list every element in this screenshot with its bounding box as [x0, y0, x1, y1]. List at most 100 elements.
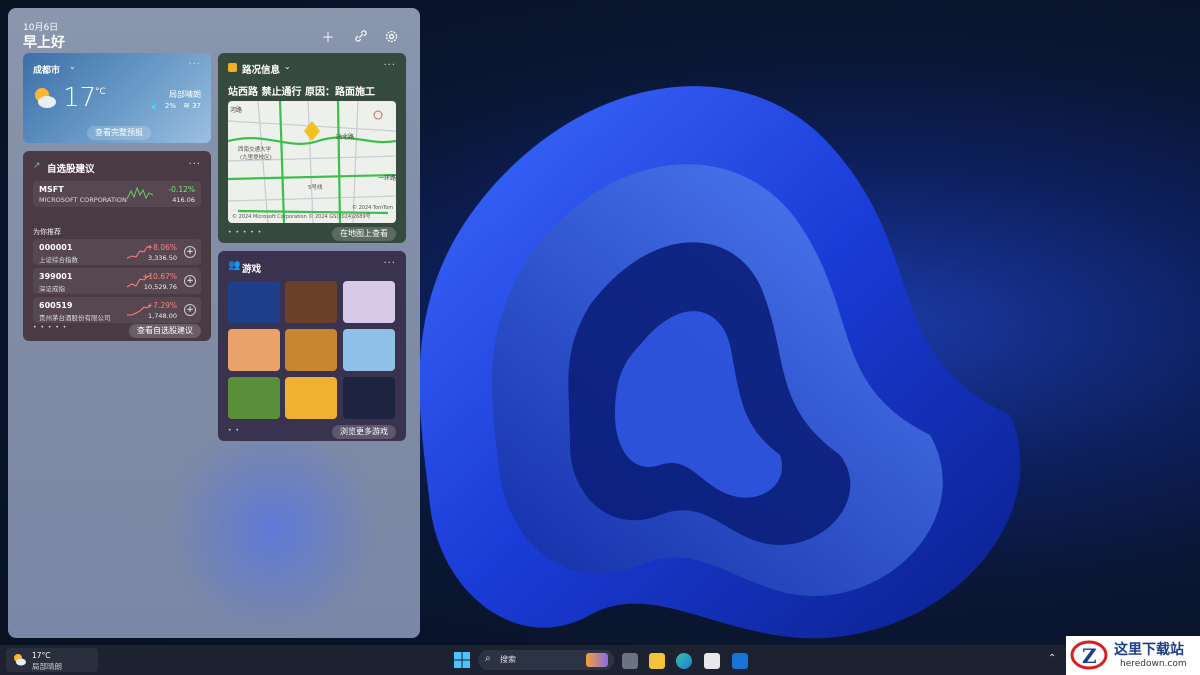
- watch-name: MICROSOFT CORPORATION: [39, 196, 127, 204]
- traffic-card[interactable]: 路况信息 ⌄ ··· 站西路 禁止通行 原因：路面施工 河路 站北路 西南交通大…: [218, 53, 406, 243]
- traffic-map[interactable]: 河路 站北路 西南交通大学 (九里堤校区) 一环路 5号线 © 2024 Tom…: [228, 101, 396, 223]
- traffic-page-dots[interactable]: • • • • •: [228, 229, 262, 236]
- weather-wind: 37: [192, 102, 201, 110]
- stock-name: 深证成指: [39, 285, 65, 293]
- weather-more-button[interactable]: ···: [188, 59, 201, 70]
- stock-row[interactable]: 000001 上证综合指数 +8.06% 3,336.50 +: [33, 239, 201, 265]
- map-label: 5号线: [308, 185, 323, 191]
- weather-temp: 17: [63, 83, 97, 113]
- games-page-dots[interactable]: • •: [228, 427, 240, 434]
- stock-name: 上证综合指数: [39, 256, 78, 264]
- game-tile[interactable]: [285, 281, 337, 323]
- watermark: Z 这里下载站 heredown.com: [1066, 636, 1200, 675]
- stocks-card[interactable]: ↗ 自选股建议 ··· MSFT MICROSOFT CORPORATION -…: [23, 151, 211, 341]
- stock-code: 000001: [39, 243, 73, 252]
- traffic-more-button[interactable]: ···: [383, 60, 396, 71]
- stock-row[interactable]: 600519 贵州茅台酒股份有限公司 +7.29% 1,748.00 +: [33, 297, 201, 323]
- stocks-title: 自选股建议: [47, 164, 95, 175]
- forecast-button[interactable]: 查看完整预报: [87, 126, 151, 140]
- game-tile[interactable]: [343, 377, 395, 419]
- game-tile[interactable]: [343, 281, 395, 323]
- stock-code: 399001: [39, 272, 73, 281]
- stock-row[interactable]: 399001 深证成指 +10.67% 10,529.76 +: [33, 268, 201, 294]
- windows-start-icon[interactable]: [454, 652, 470, 668]
- game-tile[interactable]: [228, 329, 280, 371]
- watch-sparkline: [127, 186, 153, 200]
- taskbar-search[interactable]: ⌕ 搜索: [478, 650, 614, 670]
- game-tile[interactable]: [285, 377, 337, 419]
- search-placeholder: 搜索: [500, 655, 516, 664]
- panel-glow: [158, 428, 388, 628]
- stock-change: +8.06%: [146, 243, 177, 252]
- widgets-panel: 10月6日 早上好 ＋ 成都市 ⌄ ··· 17 °C 局部晴朗 💧 2% ≋ …: [8, 8, 420, 638]
- search-highlight-icon: [586, 653, 608, 667]
- add-stock-button[interactable]: +: [184, 246, 196, 258]
- watch-price: 416.06: [172, 196, 195, 204]
- search-icon: ⌕: [485, 653, 491, 664]
- add-stock-button[interactable]: +: [184, 275, 196, 287]
- watch-change: -0.12%: [168, 185, 195, 194]
- gear-icon[interactable]: [381, 26, 401, 46]
- chevron-down-icon[interactable]: ⌄: [69, 62, 76, 71]
- stock-name: 贵州茅台酒股份有限公司: [39, 314, 111, 322]
- edge-icon[interactable]: [676, 653, 692, 669]
- chevron-down-icon[interactable]: ⌄: [284, 62, 291, 71]
- map-label: 河路: [230, 107, 243, 114]
- task-view-icon[interactable]: [622, 653, 638, 669]
- stocks-page-dots[interactable]: • • • • •: [33, 324, 67, 331]
- store-icon[interactable]: [704, 653, 720, 669]
- game-tile[interactable]: [285, 329, 337, 371]
- watch-row[interactable]: MSFT MICROSOFT CORPORATION -0.12% 416.06: [33, 181, 201, 207]
- stock-price: 10,529.76: [143, 283, 177, 291]
- taskbar-temp: 17°C: [32, 651, 51, 660]
- stock-price: 1,748.00: [148, 312, 177, 320]
- game-tile[interactable]: [228, 377, 280, 419]
- watermark-logo: Z: [1070, 639, 1108, 671]
- link-icon[interactable]: [351, 26, 371, 46]
- stock-change: +7.29%: [146, 301, 177, 310]
- map-credit: © 2024 Microsoft Corporation © 2024 GS(2…: [232, 214, 371, 220]
- games-icon: 👥: [228, 260, 241, 271]
- file-explorer-icon[interactable]: [649, 653, 665, 669]
- map-label: 站北路: [336, 134, 355, 141]
- panel-greeting: 早上好: [23, 35, 65, 51]
- weather-city: 成都市: [33, 66, 61, 76]
- view-map-button[interactable]: 在地图上查看: [332, 227, 396, 241]
- traffic-title: 路况信息: [242, 65, 281, 76]
- games-more-button[interactable]: ···: [383, 258, 396, 269]
- add-stock-button[interactable]: +: [184, 304, 196, 316]
- partly-sunny-icon: [12, 652, 27, 667]
- game-tile[interactable]: [343, 329, 395, 371]
- weather-card[interactable]: 成都市 ⌄ ··· 17 °C 局部晴朗 💧 2% ≋ 37 查看完整预报: [23, 53, 211, 143]
- outlook-icon[interactable]: [732, 653, 748, 669]
- map-label: 西南交通大学: [238, 147, 272, 153]
- stock-code: 600519: [39, 301, 73, 310]
- raindrop-icon: 💧: [150, 102, 159, 110]
- partly-sunny-icon: [32, 85, 58, 111]
- traffic-headline: 站西路 禁止通行 原因：路面施工: [228, 87, 375, 98]
- taskbar-weather[interactable]: 17°C 局部晴朗: [6, 648, 98, 672]
- weather-humidity: 2%: [164, 102, 176, 110]
- wind-icon: ≋: [183, 101, 190, 110]
- weather-unit: °C: [95, 87, 106, 97]
- stock-change: +10.67%: [142, 272, 177, 281]
- taskbar-condition: 局部晴朗: [32, 662, 62, 671]
- svg-text:Z: Z: [1082, 644, 1097, 668]
- traffic-icon: [228, 63, 237, 72]
- stocks-more-button[interactable]: ···: [188, 159, 201, 170]
- recommend-label: 为你推荐: [33, 228, 61, 236]
- browse-games-button[interactable]: 浏览更多游戏: [332, 425, 396, 439]
- map-credit: © 2024 TomTom: [352, 205, 394, 211]
- wallpaper-bloom: [419, 86, 1021, 639]
- view-stocks-button[interactable]: 查看自选股建议: [129, 324, 201, 338]
- game-tile[interactable]: [228, 281, 280, 323]
- watch-code: MSFT: [39, 185, 64, 194]
- games-card[interactable]: 👥 游戏 ··· • • 浏览更多游戏: [218, 251, 406, 441]
- stock-trend-icon: ↗: [33, 161, 41, 171]
- tray-chevron-icon[interactable]: ⌃: [1048, 653, 1056, 664]
- stock-price: 3,336.50: [148, 254, 177, 262]
- games-title: 游戏: [242, 264, 262, 275]
- plus-icon[interactable]: ＋: [318, 26, 338, 46]
- weather-condition: 局部晴朗: [169, 90, 201, 99]
- watermark-url: heredown.com: [1120, 659, 1187, 669]
